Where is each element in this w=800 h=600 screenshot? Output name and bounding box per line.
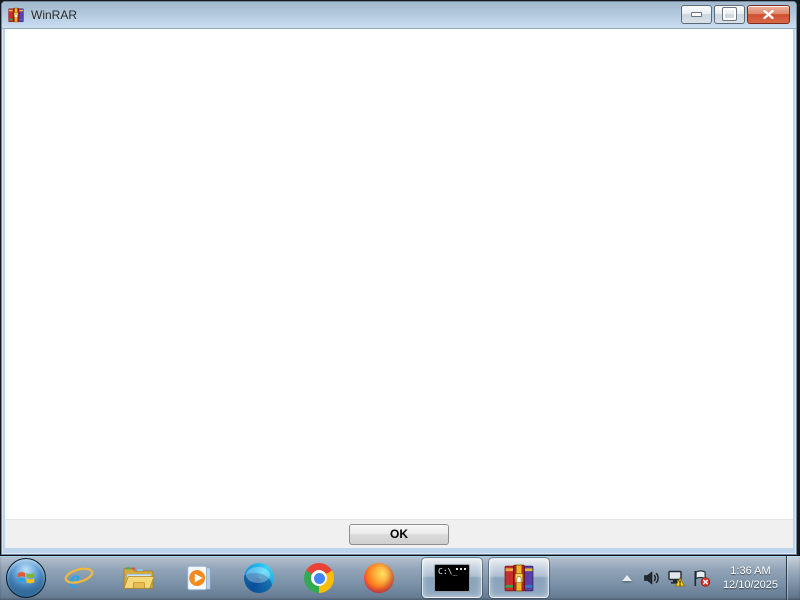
media-player-icon: [184, 563, 214, 593]
command-prompt-label: C:\_: [438, 568, 457, 576]
edge-icon: [244, 563, 274, 593]
action-center-flag-error-icon: [692, 570, 711, 587]
command-prompt-icon: C:\_: [434, 564, 470, 592]
winrar-window: WinRAR OK: [1, 1, 797, 555]
taskbar-item-firefox[interactable]: [362, 558, 396, 598]
taskbar-item-windows-media-player[interactable]: [182, 558, 216, 598]
window-content-area: [5, 29, 793, 520]
taskbar-item-google-chrome[interactable]: [302, 558, 336, 598]
close-icon: [763, 10, 774, 19]
minimize-button[interactable]: [681, 5, 712, 24]
close-button[interactable]: [747, 5, 790, 24]
maximize-button[interactable]: [714, 5, 745, 24]
chrome-hub: [311, 570, 327, 586]
clock-date: 12/10/2025: [723, 578, 778, 592]
notification-area: 1:36 AM 12/10/2025: [622, 556, 800, 600]
taskbar-left: e: [6, 556, 556, 600]
taskbar-item-internet-explorer[interactable]: e: [62, 558, 96, 598]
taskbar-item-microsoft-edge[interactable]: [242, 558, 276, 598]
show-hidden-icons-button[interactable]: [622, 575, 632, 581]
window-controls: [681, 5, 790, 24]
ok-button[interactable]: OK: [349, 524, 449, 545]
chrome-core: [314, 573, 325, 584]
taskbar-item-winrar[interactable]: [489, 558, 549, 598]
start-button[interactable]: [6, 558, 46, 598]
winrar-books-icon: [504, 563, 534, 593]
taskbar-clock[interactable]: 1:36 AM 12/10/2025: [723, 564, 778, 592]
command-prompt-dots: [464, 568, 466, 570]
volume-tray-button[interactable]: [642, 568, 662, 588]
window-title: WinRAR: [31, 8, 77, 22]
firefox-icon: [364, 563, 394, 593]
winrar-books-icon: [8, 7, 24, 23]
minimize-icon: [691, 12, 702, 17]
show-desktop-button[interactable]: [786, 556, 800, 600]
volume-icon: [643, 570, 660, 586]
action-center-tray-button[interactable]: [692, 568, 712, 588]
folder-icon: [122, 564, 156, 592]
taskbar-item-command-prompt[interactable]: C:\_: [422, 558, 482, 598]
network-warning-icon: [667, 570, 686, 587]
window-titlebar[interactable]: WinRAR: [2, 2, 796, 29]
maximize-icon: [723, 8, 736, 20]
taskbar: e: [0, 555, 800, 600]
chrome-icon: [304, 563, 334, 593]
clock-time: 1:36 AM: [723, 564, 778, 578]
window-footer-bar: OK: [5, 519, 793, 548]
network-tray-button[interactable]: [667, 568, 687, 588]
windows-flag-icon: [15, 567, 37, 589]
internet-explorer-icon: e: [64, 563, 94, 593]
taskbar-item-windows-explorer[interactable]: [122, 558, 156, 598]
edge-highlight: [246, 567, 270, 583]
